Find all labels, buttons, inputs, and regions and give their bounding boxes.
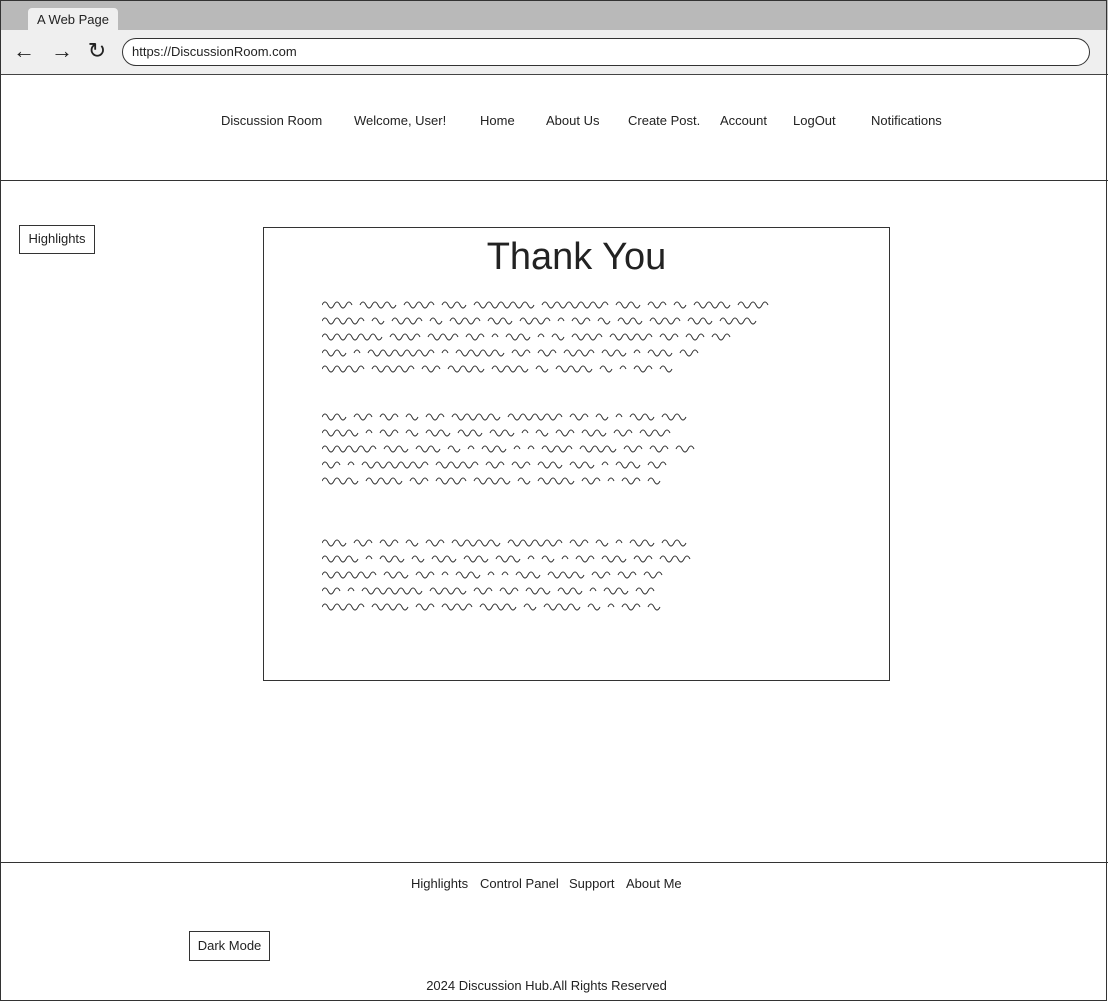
window-frame xyxy=(0,0,1107,1001)
